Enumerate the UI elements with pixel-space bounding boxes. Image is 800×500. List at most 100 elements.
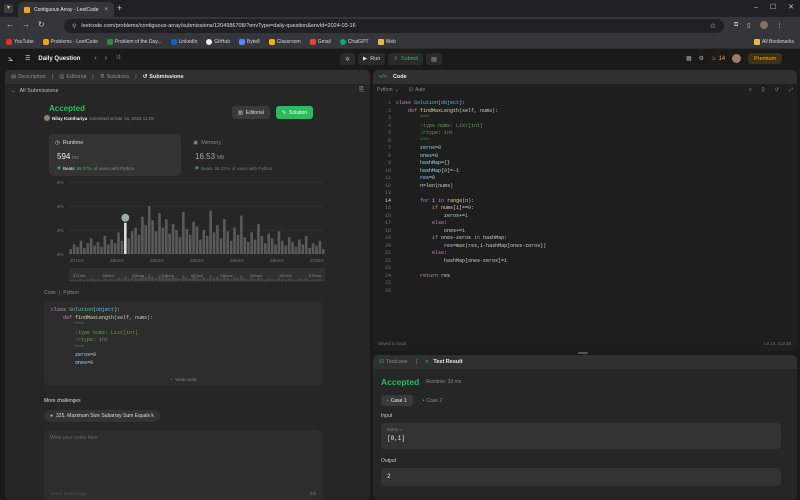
maximize-icon[interactable]: ☐ [770, 3, 776, 11]
code-preview-line: """ [75, 344, 85, 351]
line-number: 4 [387, 122, 391, 129]
bookmark-problems[interactable]: Problems - LeetCode [42, 38, 98, 45]
daily-question-title[interactable]: Daily Question [38, 56, 80, 62]
shuffle-icon[interactable]: ⤨ [115, 55, 120, 62]
line-number: 16 [384, 212, 391, 219]
settings-icon[interactable]: ⚙ [699, 55, 704, 62]
resize-handle[interactable] [578, 352, 588, 354]
input-box: nums = [0,1] [381, 423, 781, 449]
tab-solutions[interactable]: ⚗ Solutions [100, 74, 130, 80]
author-name[interactable]: Nilay Kanthariya [52, 116, 87, 121]
distribution-bar [246, 242, 250, 254]
bookmark-gmail[interactable]: Gmail [309, 38, 331, 45]
challenge-chip[interactable]: ● 325. Maximum Size Subarray Sum Equals k [44, 410, 160, 422]
bookmark-linkedin[interactable]: LinkedIn [170, 38, 198, 45]
all-bookmarks[interactable]: All Bookmarks [754, 38, 794, 45]
solution-button[interactable]: ✎ Solution [275, 106, 314, 119]
bookmark-youtube[interactable]: YouTube [6, 38, 34, 45]
tab-description[interactable]: ▤ Description [11, 74, 46, 80]
runtime-distribution-chart[interactable]: 6% 4% 2% 0% 571ms 580ms 600ms 620ms 640ms 660ms 67… [49, 176, 329, 284]
back-icon[interactable]: ← [6, 20, 14, 29]
bookmark-icon[interactable]: ⌑ [749, 87, 752, 93]
bookmark-github[interactable]: GitHub [206, 38, 230, 45]
tab-search-icon[interactable]: ▾ [4, 4, 13, 13]
code-preview-line: :type nums: List[int] [75, 329, 139, 336]
beats-icon: ◉ [57, 165, 61, 170]
fullscreen-icon[interactable]: ⤢ [789, 87, 793, 93]
code-editor-text[interactable]: class Solution(object): def findMaxLengt… [396, 100, 786, 295]
view-more-button[interactable]: ⌄ View more [44, 376, 322, 382]
debug-button[interactable]: ✲ [340, 53, 356, 65]
sidebar-icon[interactable]: ▯ [747, 22, 750, 29]
extensions-icon[interactable]: ⧉ [734, 22, 738, 29]
submit-button[interactable]: ⇪ Submit [388, 53, 424, 65]
bookmark-label: YouTube [14, 38, 34, 45]
new-tab-icon[interactable]: + [117, 3, 122, 13]
bookmark-star-icon[interactable]: ☆ [710, 22, 716, 30]
left-panel-tabs: ▤ Description | ▥ Editorial | ⚗ Solutions |… [5, 70, 370, 84]
problem-list-icon[interactable]: ☰ [25, 55, 30, 62]
profile-avatar[interactable] [759, 21, 768, 29]
streak-counter[interactable]: ♨ 14 [711, 55, 725, 63]
bookmark-potd[interactable]: Problem of the Day... [106, 38, 162, 45]
distribution-bar [321, 249, 325, 254]
bookmark-label: LinkedIn [178, 38, 198, 45]
line-number: 8 [387, 152, 391, 159]
omnibox[interactable]: ⚲ leetcode.com/problems/contiguous-array… [64, 19, 724, 33]
bookmark-web[interactable]: Web [377, 38, 396, 45]
tab-submissions[interactable]: ↺ Submissions [143, 74, 184, 80]
premium-button[interactable]: Premium [748, 53, 783, 64]
notes-box[interactable]: Write your notes here Select related tag… [44, 430, 322, 500]
minimize-icon[interactable]: – [754, 4, 758, 11]
distribution-bar [192, 221, 195, 254]
memory-card[interactable]: ▣ Memory 16.53 MB ◉ Beats 34.22% of users wi… [187, 134, 319, 176]
range-bar [236, 278, 240, 281]
notes-placeholder[interactable]: Write your notes here [50, 435, 98, 441]
language-select[interactable]: Python ⌄ [377, 87, 399, 93]
notes-button[interactable]: ▤ [426, 53, 442, 65]
editorial-button[interactable]: ▥ Editorial [232, 106, 270, 119]
y-tick-label: 2% [57, 228, 64, 233]
layout-icon[interactable]: ▦ [686, 55, 692, 62]
code-line: else: [432, 250, 448, 256]
runtime-card[interactable]: ◷ Runtime 594 ms ◉ Beats 99.37% of users wit… [49, 134, 181, 176]
line-number: 26 [384, 287, 391, 294]
case-2-tab[interactable]: • Case 2 [419, 395, 447, 406]
next-problem-icon[interactable]: › [105, 55, 107, 62]
chrome-menu-icon[interactable]: ⋮ [777, 22, 783, 29]
bookmark-byte8[interactable]: Byte8 [238, 38, 260, 45]
site-info-icon[interactable]: ⚲ [72, 23, 76, 30]
tab-editorial[interactable]: ▥ Editorial [59, 74, 86, 80]
challenge-title: 325. Maximum Size Subarray Sum Equals k [56, 413, 154, 419]
user-avatar[interactable] [732, 54, 742, 63]
all-submissions-link[interactable]: ← All Submissions [11, 88, 58, 94]
auto-mode[interactable]: ⊡ Auto [409, 87, 426, 93]
gmail-icon [309, 38, 316, 45]
distribution-bar [301, 244, 305, 254]
run-button[interactable]: ▶ Run [358, 53, 386, 65]
leetcode-logo-icon[interactable]: ⦣ [8, 53, 17, 64]
line-number: 23 [384, 265, 391, 271]
reload-icon[interactable]: ↻ [38, 20, 45, 29]
reset-icon[interactable]: ↺ [775, 87, 779, 93]
history-icon: ↺ [142, 74, 148, 80]
editor-title: Code [392, 74, 407, 80]
case-1-tab[interactable]: • Case 1 [381, 395, 413, 406]
bookmark-chatgpt[interactable]: ChatGPT [339, 38, 369, 45]
bookmark-label: Problem of the Day... [114, 38, 162, 45]
close-window-icon[interactable]: ✕ [788, 3, 794, 11]
browser-tab[interactable]: Contiguous Array - LeetCode × [18, 2, 114, 17]
bookmark-label: Gmail [317, 38, 331, 45]
code-preview-block[interactable]: class Solution(object): def findMaxLengt… [44, 301, 322, 386]
input-var: nums = [387, 427, 402, 432]
bookmark-classroom[interactable]: Classroom [268, 38, 301, 45]
forward-icon[interactable]: → [22, 20, 30, 29]
prev-problem-icon[interactable]: ‹ [94, 55, 96, 62]
share-link-icon[interactable]: ⎘ [359, 87, 364, 94]
braces-icon[interactable]: {} [761, 87, 764, 93]
tab-test-result[interactable]: >_ Test Result [425, 359, 463, 365]
close-tab-icon[interactable]: × [104, 7, 108, 13]
line-number: 3 [387, 115, 391, 121]
tags-select[interactable]: Select related tags [50, 491, 87, 496]
tab-testcase[interactable]: ☑ Testcase [379, 359, 408, 365]
